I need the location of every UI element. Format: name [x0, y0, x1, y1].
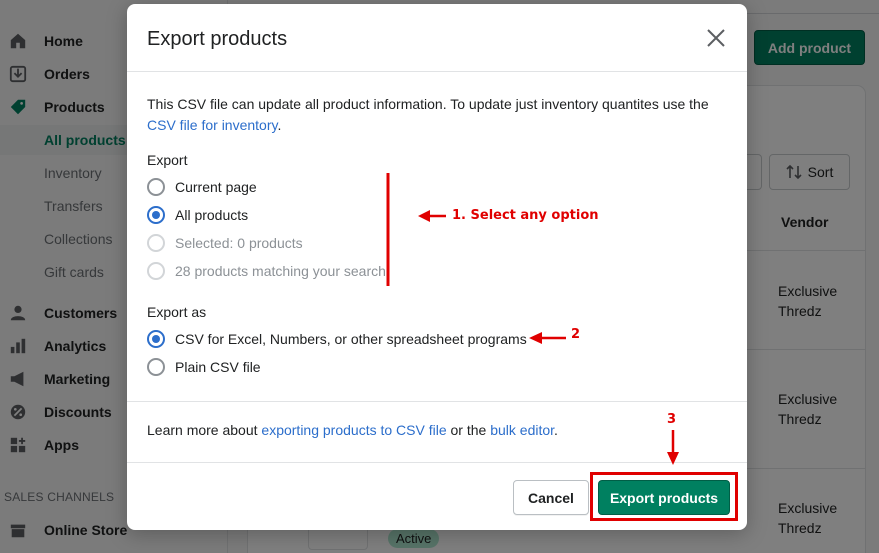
section-divider	[127, 401, 747, 402]
option-label: Plain CSV file	[175, 359, 261, 375]
annotation-step2: 2	[571, 327, 581, 342]
export-option-all-products[interactable]: All products	[147, 204, 248, 226]
option-label: CSV for Excel, Numbers, or other spreads…	[175, 331, 527, 347]
close-icon[interactable]	[704, 26, 728, 50]
learn-prefix: Learn more about	[147, 422, 262, 438]
radio-button	[147, 234, 165, 252]
export-as-option-plain-csv[interactable]: Plain CSV file	[147, 356, 261, 378]
radio-button[interactable]	[147, 358, 165, 376]
option-label: All products	[175, 207, 249, 223]
description-end: .	[277, 117, 282, 133]
footer-divider	[127, 462, 747, 463]
export-option-current-page[interactable]: Current page	[147, 176, 257, 198]
radio-button[interactable]	[147, 178, 165, 196]
learn-more-text: Learn more about exporting products to C…	[147, 422, 558, 438]
csv-inventory-link[interactable]: CSV file for inventory	[147, 117, 277, 133]
learn-middle: or the	[446, 422, 491, 438]
export-as-label: Export as	[147, 304, 207, 320]
learn-end: .	[554, 422, 558, 438]
export-button-highlight	[590, 472, 738, 521]
cancel-button[interactable]: Cancel	[513, 480, 589, 515]
radio-button[interactable]	[147, 330, 165, 348]
modal-header: Export products	[127, 4, 747, 72]
description-text: This CSV file can update all product inf…	[147, 96, 709, 112]
bulk-editor-link[interactable]: bulk editor	[490, 422, 554, 438]
export-label: Export	[147, 152, 188, 168]
export-option-selected: Selected: 0 products	[147, 232, 303, 254]
radio-button[interactable]	[147, 206, 165, 224]
modal-title: Export products	[147, 28, 288, 50]
annotation-step1: 1. Select any option	[452, 208, 599, 223]
option-label: Selected: 0 products	[175, 235, 303, 251]
annotation-step3: 3	[667, 412, 677, 427]
option-label: 28 products matching your search	[175, 263, 386, 279]
export-option-matching-search: 28 products matching your search	[147, 260, 386, 282]
option-label: Current page	[175, 179, 257, 195]
radio-button	[147, 262, 165, 280]
export-products-modal: Export products This CSV file can update…	[127, 4, 747, 530]
modal-description: This CSV file can update all product inf…	[147, 94, 732, 136]
exporting-products-link[interactable]: exporting products to CSV file	[261, 422, 446, 438]
export-as-option-csv-excel[interactable]: CSV for Excel, Numbers, or other spreads…	[147, 328, 527, 350]
